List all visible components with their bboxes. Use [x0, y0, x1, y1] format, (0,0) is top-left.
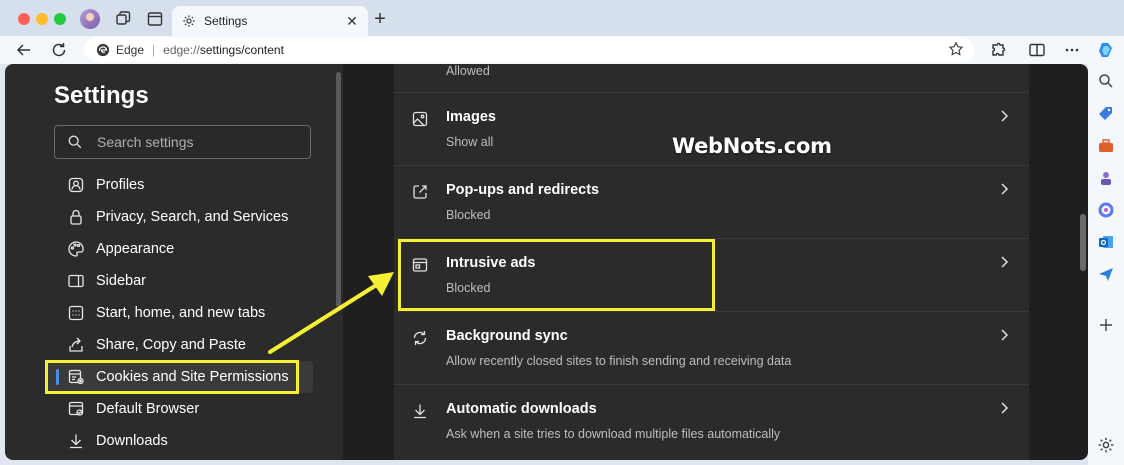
- chevron-right-icon: [1001, 402, 1009, 414]
- copilot-icon[interactable]: [1096, 40, 1116, 60]
- row-title: Pop-ups and redirects: [446, 182, 600, 198]
- lock-icon: [70, 209, 82, 225]
- toolbar: Edge | edge:// settings/content: [0, 36, 1124, 64]
- sidebar-item-start-home[interactable]: Start, home, and new tabs: [45, 297, 313, 329]
- add-icon[interactable]: [1097, 316, 1115, 334]
- new-tab-button[interactable]: +: [370, 8, 390, 31]
- sync-icon: [413, 331, 427, 345]
- close-window-button[interactable]: [18, 13, 30, 25]
- sidebar-item-label: Default Browser: [96, 401, 200, 417]
- extensions-icon[interactable]: [988, 40, 1008, 60]
- list-item-automatic-downloads[interactable]: Automatic downloads Ask when a site trie…: [394, 384, 1029, 457]
- microsoft-365-icon[interactable]: [1097, 201, 1115, 219]
- sidebar-item-label: Profiles: [96, 177, 145, 193]
- sidebar-item-label: Sidebar: [96, 273, 146, 289]
- edge-logo-icon: [96, 43, 110, 56]
- highlight-cookies: [45, 360, 299, 394]
- chevron-right-icon: [1001, 110, 1009, 122]
- content-scrollbar[interactable]: [1080, 214, 1086, 271]
- search-icon: [68, 135, 82, 149]
- address-bar[interactable]: Edge | edge:// settings/content: [84, 37, 974, 62]
- settings-nav-panel: Settings Profiles Privacy, Search, and S…: [5, 64, 343, 460]
- row-title: Images: [446, 109, 496, 125]
- zoom-window-button[interactable]: [54, 13, 66, 25]
- chevron-right-icon: [1001, 256, 1009, 268]
- nav-scrollbar[interactable]: [336, 72, 341, 307]
- sidebar-item-label: Privacy, Search, and Services: [96, 209, 289, 225]
- row-subtitle: Show all: [446, 135, 494, 149]
- split-screen-icon[interactable]: [1027, 40, 1047, 60]
- download-icon: [414, 404, 426, 419]
- sidebar-item-profiles[interactable]: Profiles: [45, 169, 313, 201]
- search-input[interactable]: [97, 134, 287, 150]
- sidebar-item-label: Downloads: [96, 433, 168, 449]
- more-options-icon[interactable]: [1062, 40, 1082, 60]
- previous-row-status: Allowed: [446, 64, 490, 78]
- highlight-intrusive-ads: [398, 239, 715, 311]
- favorite-star-icon[interactable]: [948, 41, 964, 57]
- address-brand: Edge: [116, 42, 145, 57]
- tab-settings[interactable]: Settings ✕: [172, 6, 368, 36]
- sidebar-item-label: Start, home, and new tabs: [96, 305, 266, 321]
- sidebar-item-privacy[interactable]: Privacy, Search, and Services: [45, 201, 313, 233]
- row-title: Background sync: [446, 328, 568, 344]
- palette-icon: [68, 241, 84, 257]
- sidebar-item-label: Share, Copy and Paste: [96, 337, 246, 353]
- profile-avatar[interactable]: [80, 9, 100, 29]
- row-subtitle: Allow recently closed sites to finish se…: [446, 354, 792, 368]
- page-title: Settings: [54, 82, 149, 109]
- row-subtitle: Blocked: [446, 208, 491, 222]
- outlook-icon[interactable]: [1097, 233, 1115, 251]
- popup-icon: [413, 185, 427, 199]
- sidebar-settings-icon[interactable]: [1097, 436, 1115, 454]
- title-bar: Settings ✕ +: [0, 0, 1124, 36]
- games-icon[interactable]: [1097, 169, 1115, 187]
- refresh-icon[interactable]: [49, 40, 69, 60]
- list-item-popups[interactable]: Pop-ups and redirects Blocked: [394, 165, 1029, 238]
- sidebar-item-label: Appearance: [96, 241, 175, 257]
- search-box[interactable]: [54, 125, 311, 159]
- row-title: Automatic downloads: [446, 401, 597, 417]
- tab-title: Settings: [204, 14, 248, 28]
- image-icon: [412, 111, 428, 127]
- watermark: WebNots.com: [672, 134, 832, 158]
- settings-nav-list: Profiles Privacy, Search, and Services A…: [45, 169, 313, 457]
- list-item-background-sync[interactable]: Background sync Allow recently closed si…: [394, 311, 1029, 384]
- sidebar-item-default-browser[interactable]: Default Browser: [45, 393, 313, 425]
- edge-sidebar: [1088, 64, 1124, 465]
- workspaces-icon[interactable]: [114, 10, 132, 28]
- profile-icon: [68, 177, 84, 193]
- home-tabs-icon: [68, 305, 84, 321]
- row-subtitle: Ask when a site tries to download multip…: [446, 427, 781, 441]
- chevron-right-icon: [1001, 183, 1009, 195]
- download-icon: [70, 434, 82, 449]
- sidebar-item-sidebar[interactable]: Sidebar: [45, 265, 313, 297]
- browser-icon: [68, 401, 84, 416]
- minimize-window-button[interactable]: [36, 13, 48, 25]
- gear-icon: [183, 15, 195, 27]
- back-icon[interactable]: [14, 40, 34, 60]
- share-icon: [69, 337, 83, 352]
- vertical-tabs-icon[interactable]: [146, 10, 164, 28]
- url-path: settings/content: [199, 42, 284, 57]
- send-icon[interactable]: [1097, 265, 1115, 283]
- sidebar-item-downloads[interactable]: Downloads: [45, 425, 313, 457]
- sidebar-item-share[interactable]: Share, Copy and Paste: [45, 329, 313, 361]
- url-scheme: edge://: [163, 42, 200, 57]
- search-icon[interactable]: [1097, 72, 1115, 90]
- chevron-right-icon: [1001, 329, 1009, 341]
- sidebar-item-appearance[interactable]: Appearance: [45, 233, 313, 265]
- shopping-tag-icon[interactable]: [1097, 105, 1115, 123]
- sidebar-icon: [68, 274, 84, 288]
- address-separator: |: [152, 42, 156, 57]
- tools-icon[interactable]: [1097, 137, 1115, 155]
- close-tab-icon[interactable]: ✕: [342, 13, 362, 30]
